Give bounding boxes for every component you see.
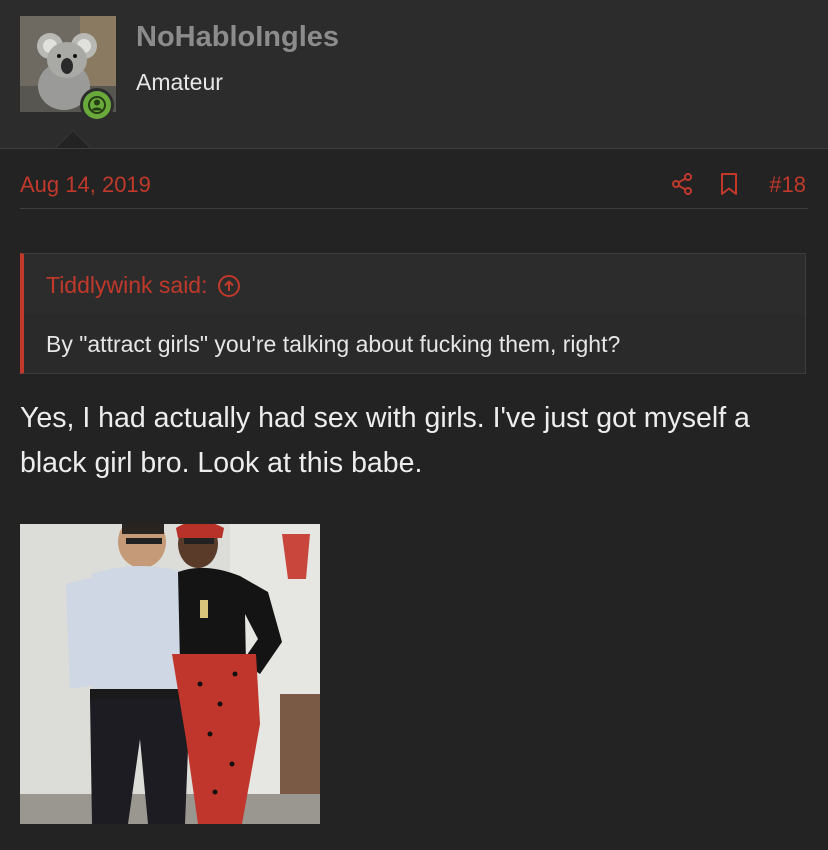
bookmark-button[interactable] bbox=[717, 172, 741, 196]
post-number-link[interactable]: #18 bbox=[769, 172, 806, 198]
quote-author-link[interactable]: Tiddlywink said: bbox=[46, 272, 241, 299]
bookmark-icon bbox=[721, 173, 737, 195]
couple-photo bbox=[20, 524, 320, 824]
post-meta-bar: Aug 14, 2019 #18 bbox=[20, 160, 808, 209]
quote-author-label: Tiddlywink said: bbox=[46, 272, 208, 298]
header-pointer bbox=[55, 130, 91, 148]
share-button[interactable] bbox=[670, 172, 694, 196]
post-message: Yes, I had actually had sex with girls. … bbox=[20, 402, 750, 479]
quote-text: By "attract girls" you're talking about … bbox=[46, 331, 621, 357]
user-online-icon bbox=[88, 96, 106, 114]
post-attachment-image[interactable] bbox=[20, 524, 320, 824]
quote-header: Tiddlywink said: bbox=[24, 254, 805, 314]
post-date[interactable]: Aug 14, 2019 bbox=[20, 172, 151, 198]
user-title: Amateur bbox=[136, 69, 223, 95]
online-status-badge bbox=[80, 88, 114, 122]
share-icon bbox=[672, 173, 692, 195]
user-header: NoHabloIngles Amateur bbox=[0, 0, 828, 149]
quote-block: Tiddlywink said: By "attract girls" you'… bbox=[20, 253, 806, 374]
username[interactable]: NoHabloIngles bbox=[136, 21, 339, 54]
arrow-up-circle-icon bbox=[218, 274, 241, 297]
